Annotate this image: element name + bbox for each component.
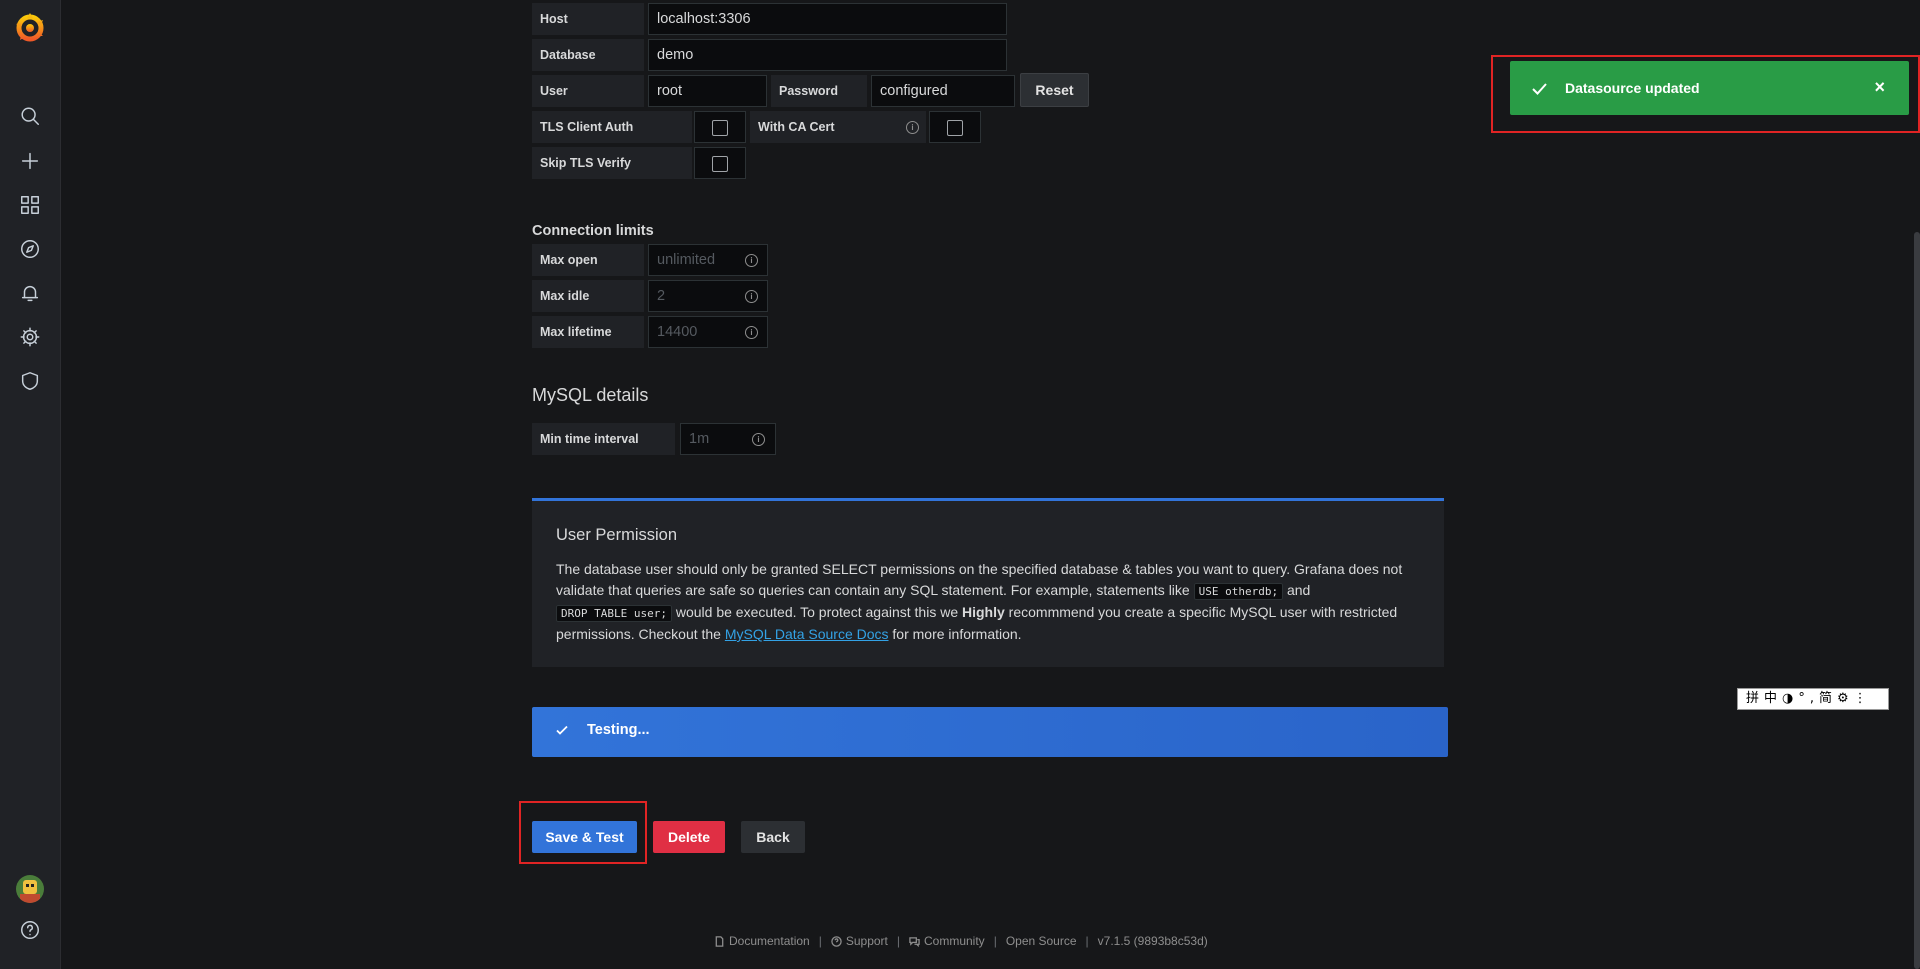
testing-status-banner: Testing... (532, 707, 1448, 757)
footer-separator: | (818, 934, 822, 948)
footer-separator: | (896, 934, 900, 948)
permission-text-part: would be executed. To protect against th… (671, 604, 962, 620)
server-admin-icon[interactable] (18, 369, 42, 393)
user-avatar[interactable] (16, 875, 44, 903)
sidebar (0, 0, 61, 969)
user-permission-text: The database user should only be granted… (556, 559, 1426, 645)
min-time-interval-info-icon[interactable]: i (752, 433, 765, 446)
plus-icon[interactable] (18, 149, 42, 173)
footer-documentation-link[interactable]: Documentation (729, 934, 810, 948)
skip-tls-verify-checkbox[interactable] (712, 156, 728, 172)
testing-text: Testing... (587, 722, 650, 738)
permission-bold: Highly (962, 604, 1005, 620)
help-icon[interactable] (18, 918, 42, 942)
max-open-label: Max open (532, 244, 644, 276)
ca-cert-info-icon[interactable]: i (906, 121, 919, 134)
password-input[interactable]: configured (871, 75, 1015, 107)
with-ca-cert-checkbox[interactable] (947, 120, 963, 136)
footer-separator: | (993, 934, 997, 948)
mysql-details-heading: MySQL details (532, 385, 649, 405)
page-scrollbar[interactable] (1914, 232, 1920, 969)
footer-separator: | (1085, 934, 1089, 948)
skip-tls-verify-checkbox-wrap (694, 147, 746, 179)
user-input[interactable]: root (648, 75, 767, 107)
permission-text-part: and (1283, 582, 1311, 598)
tls-client-auth-checkbox-wrap (694, 111, 746, 143)
max-lifetime-label: Max lifetime (532, 316, 644, 348)
host-input[interactable]: localhost:3306 (648, 3, 1007, 35)
configuration-icon[interactable] (18, 325, 42, 349)
reset-password-button[interactable]: Reset (1020, 73, 1089, 107)
grafana-logo-icon[interactable] (12, 10, 48, 46)
tls-client-auth-label: TLS Client Auth (532, 111, 692, 143)
delete-button[interactable]: Delete (653, 821, 725, 853)
footer-open-source-link[interactable]: Open Source (1006, 934, 1077, 948)
check-icon (556, 725, 568, 735)
permission-text-part: for more information. (888, 626, 1022, 642)
dashboards-icon[interactable] (18, 193, 42, 217)
user-permission-box: User Permission The database user should… (532, 498, 1444, 667)
user-permission-title: User Permission (556, 526, 678, 544)
min-time-interval-label: Min time interval (532, 423, 675, 455)
toast-highlight (1491, 55, 1920, 133)
skip-tls-verify-label: Skip TLS Verify (532, 147, 692, 179)
user-label: User (532, 75, 644, 107)
max-idle-label: Max idle (532, 280, 644, 312)
explore-icon[interactable] (18, 237, 42, 261)
document-icon (715, 935, 724, 947)
footer-version: v7.1.5 (9893b8c53d) (1097, 934, 1208, 948)
database-label: Database (532, 39, 644, 71)
with-ca-cert-checkbox-wrap (929, 111, 981, 143)
back-button[interactable]: Back (741, 821, 805, 853)
mysql-docs-link[interactable]: MySQL Data Source Docs (725, 626, 889, 642)
max-idle-info-icon[interactable]: i (745, 290, 758, 303)
code-drop-table: DROP TABLE user; (556, 605, 672, 622)
tls-client-auth-checkbox[interactable] (712, 120, 728, 136)
alerting-icon[interactable] (18, 281, 42, 305)
support-icon (831, 935, 842, 947)
with-ca-cert-label: With CA Cert (750, 111, 926, 143)
host-label: Host (532, 3, 644, 35)
search-icon[interactable] (18, 104, 42, 128)
save-button-highlight (519, 801, 647, 864)
code-use-otherdb: USE otherdb; (1193, 583, 1284, 600)
ime-toolbar[interactable]: 拼中◑°,简⚙⋮ (1737, 688, 1889, 710)
database-input[interactable]: demo (648, 39, 1007, 71)
footer-community-link[interactable]: Community (924, 934, 985, 948)
community-icon (909, 936, 920, 947)
footer: Documentation | Support | Community | Op… (714, 934, 1208, 948)
password-label: Password (771, 75, 867, 107)
max-lifetime-info-icon[interactable]: i (745, 326, 758, 339)
max-open-info-icon[interactable]: i (745, 254, 758, 267)
connection-limits-heading: Connection limits (532, 223, 654, 239)
footer-support-link[interactable]: Support (846, 934, 888, 948)
